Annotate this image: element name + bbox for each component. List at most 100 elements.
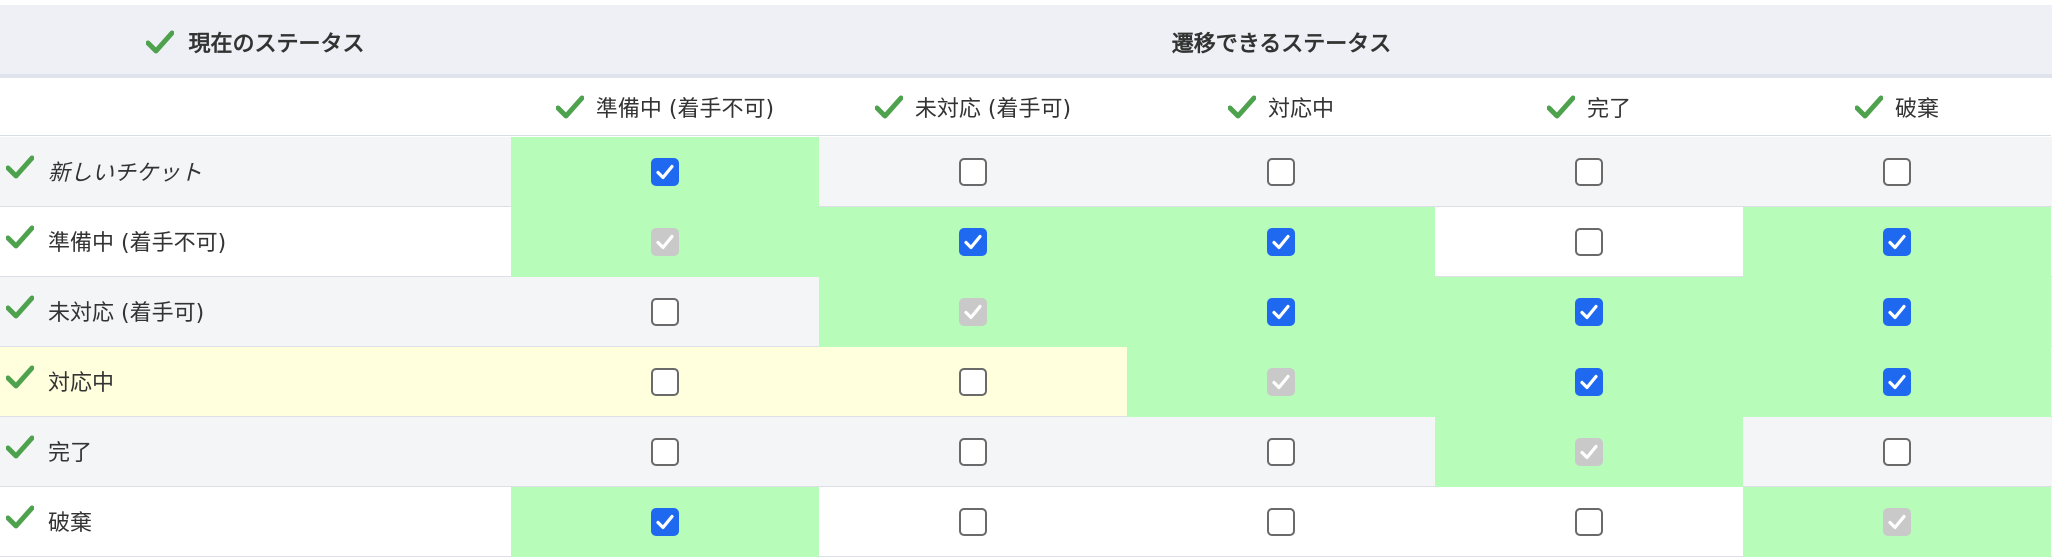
check-icon (1227, 95, 1256, 119)
transition-cell (819, 417, 1127, 487)
transition-checkbox[interactable] (1883, 438, 1911, 466)
table-row: 対応中 (0, 347, 2052, 417)
check-icon (146, 30, 175, 54)
transition-cell (511, 207, 819, 277)
check-icon (6, 435, 34, 459)
transition-checkbox-disabled (1883, 508, 1911, 536)
row-status-text: 完了 (48, 441, 93, 466)
check-icon (6, 155, 34, 179)
transition-cell (1435, 137, 1743, 207)
transition-cell (511, 487, 819, 557)
table-row: 未対応 (着手可) (0, 277, 2052, 347)
check-icon (6, 225, 34, 249)
column-header-1: 準備中 (着手不可) (511, 78, 819, 136)
transition-cell (1743, 137, 2051, 207)
column-header-5: 破棄 (1743, 78, 2051, 136)
transition-cell (1127, 137, 1435, 207)
transition-cell (1127, 277, 1435, 347)
transition-cell (511, 417, 819, 487)
transition-checkbox[interactable] (959, 368, 987, 396)
transition-cell (819, 487, 1127, 557)
row-status-label: 破棄 (0, 487, 511, 557)
status-transition-table: 現在のステータス 遷移できるステータス 準備中 (着手不可) 未対応 (着手可) 対… (0, 0, 2052, 558)
header-current-status-label: 現在のステータス (188, 31, 365, 57)
transition-checkbox[interactable] (1267, 508, 1295, 536)
transition-checkbox[interactable] (959, 158, 987, 186)
header-current-status: 現在のステータス (0, 5, 511, 78)
transition-cell (819, 277, 1127, 347)
transition-cell (1743, 347, 2051, 417)
transition-checkbox-disabled (651, 228, 679, 256)
row-status-text: 対応中 (48, 371, 115, 396)
transition-checkbox[interactable] (1575, 508, 1603, 536)
column-header-label: 対応中 (1267, 96, 1334, 122)
transition-checkbox[interactable] (1575, 158, 1603, 186)
transition-checkbox[interactable] (1575, 298, 1603, 326)
row-status-text: 準備中 (着手不可) (48, 231, 227, 256)
transition-checkbox[interactable] (959, 508, 987, 536)
transition-cell (1127, 347, 1435, 417)
transition-checkbox[interactable] (959, 228, 987, 256)
check-icon (1546, 95, 1575, 119)
transition-cell (511, 137, 819, 207)
row-status-text: 破棄 (48, 511, 93, 536)
transition-checkbox[interactable] (1883, 368, 1911, 396)
transition-cell (1743, 417, 2051, 487)
transition-cell (1435, 417, 1743, 487)
column-header-label: 準備中 (着手不可) (595, 96, 775, 122)
transition-cell (1127, 207, 1435, 277)
transition-cell (819, 347, 1127, 417)
check-icon (1854, 95, 1883, 119)
transition-checkbox[interactable] (1883, 298, 1911, 326)
transition-checkbox-disabled (1575, 438, 1603, 466)
table-row: 完了 (0, 417, 2052, 487)
transition-checkbox[interactable] (959, 438, 987, 466)
transition-cell (819, 207, 1127, 277)
transition-checkbox[interactable] (651, 298, 679, 326)
transition-checkbox[interactable] (1267, 298, 1295, 326)
column-header-label: 破棄 (1894, 96, 1939, 122)
transition-checkbox[interactable] (651, 158, 679, 186)
transition-checkbox[interactable] (1883, 228, 1911, 256)
transition-checkbox[interactable] (1575, 228, 1603, 256)
transition-checkbox-disabled (959, 298, 987, 326)
transition-checkbox[interactable] (1267, 228, 1295, 256)
transition-cell (1743, 487, 2051, 557)
check-icon (555, 95, 584, 119)
transition-cell (1435, 277, 1743, 347)
check-icon (874, 95, 903, 119)
header-divider (0, 135, 511, 136)
table-row: 新しいチケット (0, 137, 2052, 207)
transition-cell (819, 137, 1127, 207)
row-status-text: 未対応 (着手可) (48, 301, 205, 326)
transition-cell (1127, 487, 1435, 557)
transition-cell (1743, 207, 2051, 277)
header-transition-status-label: 遷移できるステータス (1171, 31, 1392, 57)
transition-cell (511, 277, 819, 347)
transition-checkbox[interactable] (1267, 158, 1295, 186)
check-icon (6, 365, 34, 389)
row-status-label: 対応中 (0, 347, 511, 417)
check-icon (6, 505, 34, 529)
transition-cell (1435, 347, 1743, 417)
transition-cell (1127, 417, 1435, 487)
transition-checkbox[interactable] (1267, 438, 1295, 466)
table-row: 準備中 (着手不可) (0, 207, 2052, 277)
transition-checkbox[interactable] (1575, 368, 1603, 396)
column-header-3: 対応中 (1127, 78, 1435, 136)
transition-checkbox[interactable] (651, 508, 679, 536)
column-header-2: 未対応 (着手可) (819, 78, 1127, 136)
column-header-label: 未対応 (着手可) (914, 96, 1072, 122)
row-status-label: 完了 (0, 417, 511, 487)
row-status-label: 準備中 (着手不可) (0, 207, 511, 277)
column-header-4: 完了 (1435, 78, 1743, 136)
check-icon (6, 295, 34, 319)
transition-cell (1435, 487, 1743, 557)
transition-checkbox[interactable] (651, 368, 679, 396)
table-row: 破棄 (0, 487, 2052, 557)
transition-checkbox-disabled (1267, 368, 1295, 396)
row-status-text: 新しいチケット (48, 161, 203, 186)
transition-checkbox[interactable] (1883, 158, 1911, 186)
transition-checkbox[interactable] (651, 438, 679, 466)
transition-cell (1435, 207, 1743, 277)
